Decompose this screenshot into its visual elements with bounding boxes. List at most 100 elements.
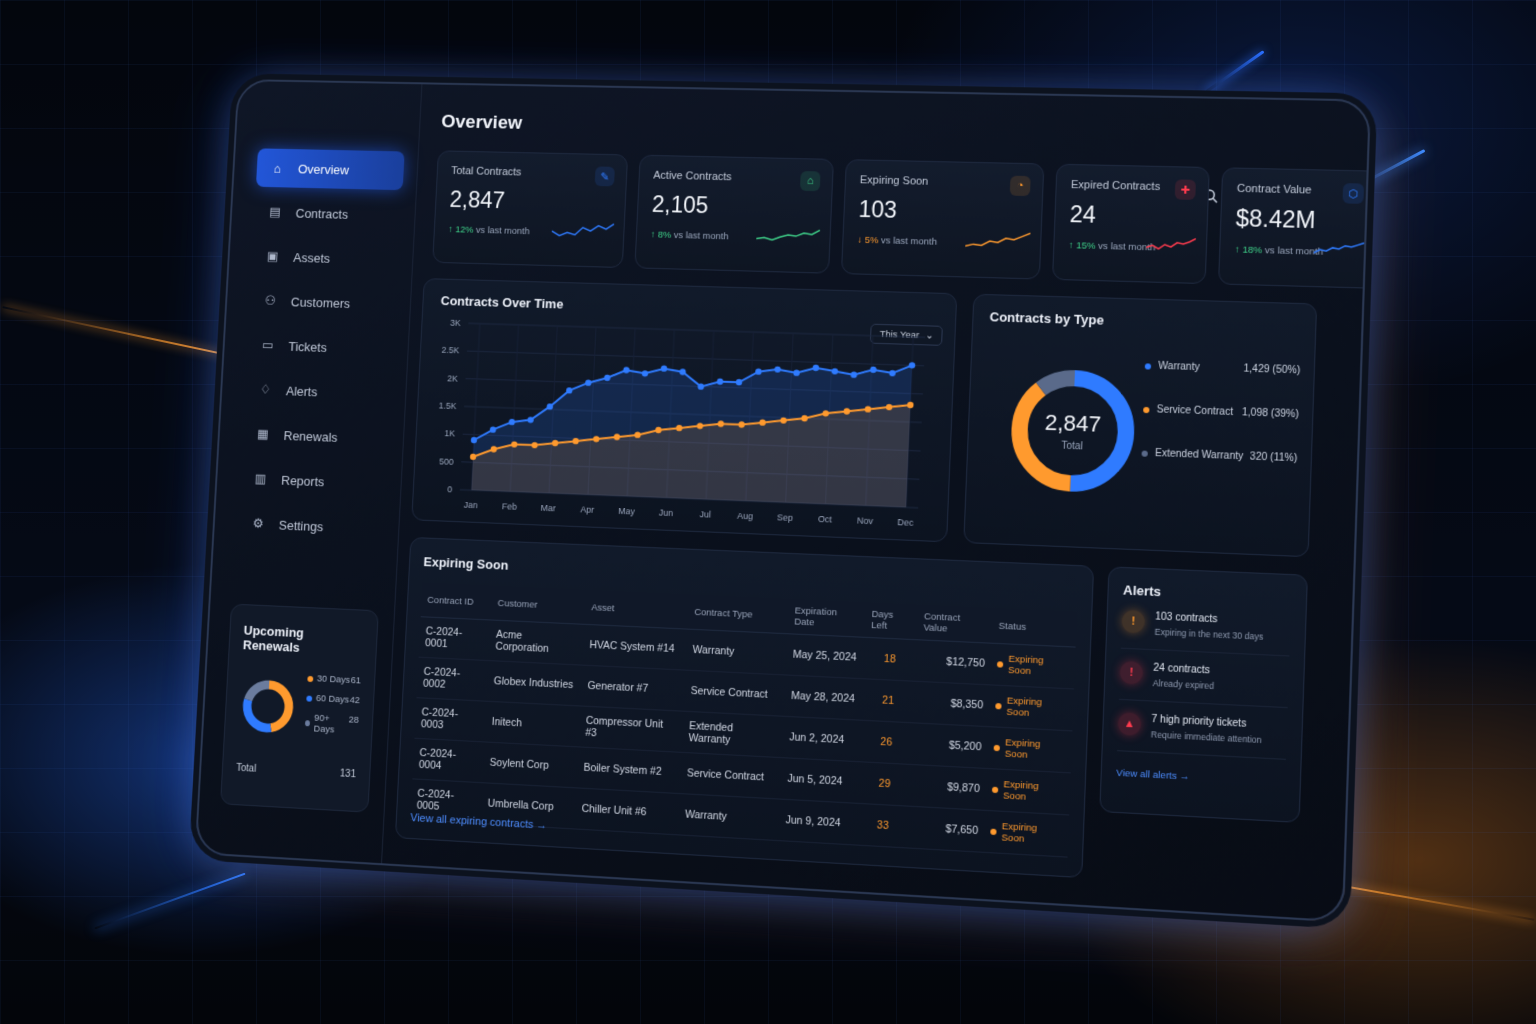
sidebar-item-tickets[interactable]: ▭ Tickets — [246, 325, 395, 369]
table-cell: $5,200 — [911, 722, 989, 769]
main-content: Overview Total Contracts 2,847 ↑ 12% vs la… — [382, 84, 1372, 920]
tablet-device: ⌂ Overview ▤ Contracts ▣ Assets ⚇ Customers ▭ Tic… — [194, 79, 1372, 923]
expiring-table: Contract ID Customer Asset Contract Type Exp… — [410, 582, 1077, 858]
table-cell: C-2024-0003 — [414, 697, 487, 742]
status-dot — [991, 786, 999, 794]
x-tick-label: Mar — [541, 503, 557, 514]
table-cell: Jun 9, 2024 — [778, 799, 858, 846]
column-header[interactable]: Contract Value — [916, 604, 994, 644]
box-icon: ▣ — [266, 248, 279, 264]
home-icon: ⌂ — [273, 160, 282, 176]
column-header[interactable]: Status — [991, 608, 1077, 648]
bell-icon: ♢ — [259, 381, 272, 397]
kpi-change-value: 12% — [454, 224, 474, 236]
contracts-line-chart: 0 500 1K 1.5K 2K 2.5K 3K Jan Feb Mar Apr May Jun Jul A… — [438, 318, 935, 528]
sidebar-item-label: Renewals — [283, 427, 338, 445]
renewals-total-label: Total — [235, 762, 257, 775]
kpi-card-expiring-soon[interactable]: Expiring Soon 103 ↓ 5% vs last month ◔ — [840, 159, 1045, 280]
alert-subtitle: Require immediate attention — [1150, 729, 1262, 746]
y-tick-label: 500 — [439, 456, 454, 467]
sidebar-item-label: Customers — [290, 294, 351, 311]
column-header[interactable]: Contract Type — [687, 594, 790, 634]
status-label: Expiring Soon — [1007, 653, 1044, 678]
legend-dot — [306, 695, 313, 702]
kpi-change-suffix: vs last month — [880, 235, 938, 248]
sparkline-path — [1314, 242, 1365, 254]
kpi-card-active-contracts[interactable]: Active Contracts 2,105 ↑ 8% vs last month ⌂ — [634, 154, 835, 274]
alert-title: 103 contracts — [1154, 611, 1218, 626]
status-dot — [996, 661, 1004, 668]
renewals-legend-value: 61 — [350, 675, 362, 687]
sidebar-item-overview[interactable]: ⌂ Overview — [255, 148, 405, 191]
kpi-change-suffix: vs last month — [673, 230, 729, 243]
sidebar-item-assets[interactable]: ▣ Assets — [251, 237, 400, 280]
kpi-sparkline — [551, 218, 614, 241]
type-legend-row: Extended Warranty 320 (11%) — [1141, 447, 1297, 464]
sidebar-item-label: Settings — [278, 517, 324, 534]
table-cell: Expiring Soon — [988, 684, 1074, 731]
sidebar-item-customers[interactable]: ⚇ Customers — [249, 281, 398, 324]
table-cell: 33 — [855, 803, 910, 849]
table-cell: C-2024-0002 — [416, 657, 489, 702]
contracts-by-type-title: Contracts by Type — [989, 309, 1105, 328]
kpi-change-value: 18% — [1242, 244, 1263, 257]
sidebar-item-label: Contracts — [295, 205, 349, 222]
legend-dot — [1141, 450, 1148, 457]
status-badge: Expiring Soon — [995, 695, 1067, 721]
legend-dot — [1144, 362, 1152, 370]
y-tick-label: 2K — [447, 373, 458, 383]
table-cell: Jun 5, 2024 — [780, 757, 860, 804]
kpi-card-expired-contracts[interactable]: Expired Contracts 24 ↑ 15% vs last month ✚ — [1051, 163, 1210, 285]
table-cell: Jun 2, 2024 — [782, 716, 861, 762]
kpi-icon: ⌂ — [799, 171, 821, 192]
kpi-card-contract-value[interactable]: Contract Value $8.42M ↑ 18% vs last month ⬡ — [1217, 167, 1372, 289]
renewals-legend-value: 28 — [348, 714, 360, 726]
kpi-icon: ✎ — [594, 166, 615, 187]
upcoming-renewals-card: Upcoming Renewals 30 Days 61 60 Days 42 90+ … — [220, 603, 379, 813]
alert-title: 24 contracts — [1153, 662, 1211, 677]
alert-item[interactable]: ! 24 contracts Already expired — [1118, 648, 1290, 709]
x-tick-label: Jun — [659, 507, 674, 518]
kpi-icon: ⬡ — [1342, 183, 1365, 204]
sidebar-item-settings[interactable]: ⚙ Settings — [236, 503, 386, 548]
kpi-value: 2,105 — [651, 191, 709, 219]
status-dot — [995, 703, 1002, 710]
alert-item[interactable]: ▲ 7 high priority tickets Require immediat… — [1117, 699, 1288, 760]
table-cell: $12,750 — [915, 639, 992, 685]
status-dot — [993, 744, 1000, 752]
sidebar-item-contracts[interactable]: ▤ Contracts — [253, 192, 402, 234]
kpi-value: $8.42M — [1235, 204, 1316, 234]
alerts-panel: Alerts ! 103 contracts Expiring in the nex… — [1099, 566, 1308, 823]
table-cell: Expiring Soon — [990, 643, 1076, 689]
donut-total-label: Total — [1061, 440, 1084, 452]
renewals-donut-chart — [238, 675, 298, 737]
users-icon: ⚇ — [264, 292, 277, 308]
upcoming-renewals-title: Upcoming Renewals — [242, 622, 305, 655]
page-title: Overview — [440, 111, 523, 134]
column-header[interactable]: Asset — [584, 590, 690, 630]
column-header[interactable]: Days Left — [864, 602, 919, 640]
y-tick-label: 1K — [444, 428, 455, 438]
column-header[interactable]: Expiration Date — [787, 599, 867, 638]
x-tick-label: Oct — [818, 514, 833, 525]
kpi-card-total-contracts[interactable]: Total Contracts 2,847 ↑ 12% vs last month ✎ — [432, 150, 629, 269]
sidebar-nav: ⌂ Overview ▤ Contracts ▣ Assets ⚇ Customers ▭ Tic… — [236, 148, 405, 548]
sparkline-path — [756, 229, 820, 241]
contracts-by-type-legend: Warranty 1,429 (50%) Service Contract 1,098… — [1140, 360, 1300, 497]
column-header[interactable]: Contract ID — [420, 582, 493, 620]
alert-subtitle: Expiring in the next 30 days — [1154, 626, 1264, 642]
sidebar-item-alerts[interactable]: ♢ Alerts — [244, 370, 393, 414]
sidebar-item-renewals[interactable]: ▦ Renewals — [241, 414, 390, 458]
kpi-change-value: 5% — [864, 234, 879, 247]
sidebar-item-reports[interactable]: ▥ Reports — [239, 459, 389, 504]
alert-item[interactable]: ! 103 contracts Expiring in the next 30 da… — [1120, 597, 1292, 657]
table-cell: Globex Industries — [486, 660, 583, 706]
sparkline-path — [1146, 237, 1196, 249]
column-header[interactable]: Customer — [491, 585, 587, 625]
bar-chart-icon: ▥ — [254, 470, 267, 486]
view-all-alerts-link[interactable]: View all alerts → — [1116, 768, 1285, 788]
x-tick-label: Jan — [463, 500, 478, 511]
alert-icon: ! — [1119, 660, 1144, 685]
table-cell: Soylent Corp — [482, 741, 579, 788]
table-cell: Warranty — [685, 629, 788, 675]
